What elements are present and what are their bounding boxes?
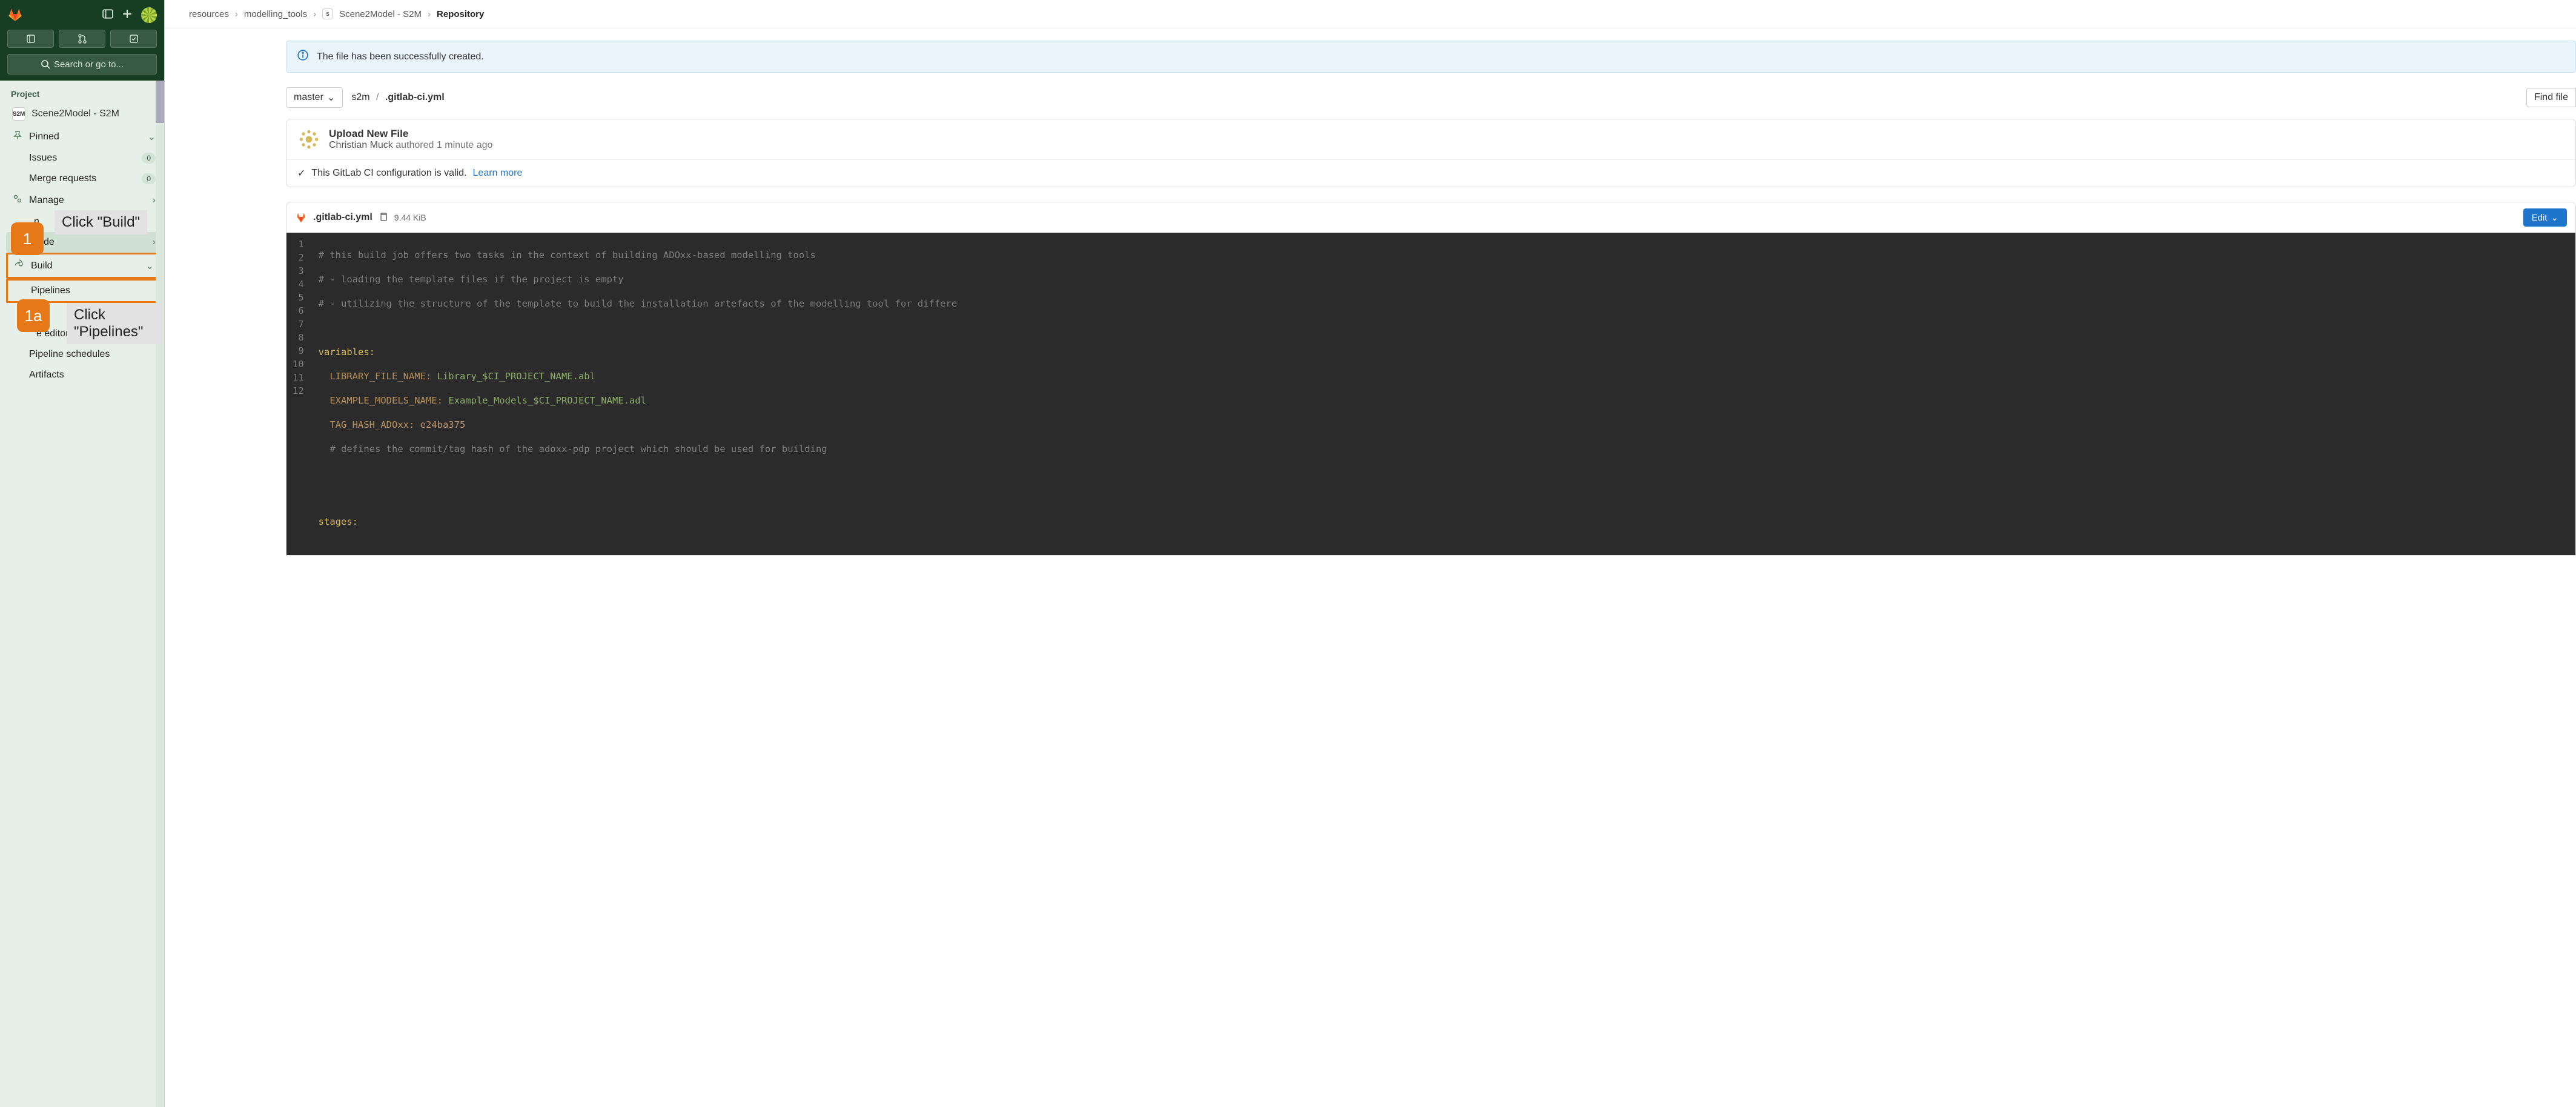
manage-icon — [12, 194, 23, 207]
build-label: Build — [31, 261, 140, 271]
copy-icon[interactable] — [379, 212, 388, 224]
sidebar: Search or go to... Project S2M Scene2Mod… — [0, 0, 165, 1107]
find-file-button[interactable]: Find file — [2526, 88, 2576, 107]
project-icon: S — [322, 8, 333, 19]
code-viewer: 123456789101112 # this build job offers … — [286, 233, 2575, 555]
mr-badge: 0 — [142, 173, 156, 184]
scrollbar-thumb[interactable] — [156, 81, 164, 123]
code-lines[interactable]: # this build job offers two tasks in the… — [310, 233, 966, 555]
pinned-label: Pinned — [29, 131, 142, 142]
path-dir[interactable]: s2m — [351, 92, 369, 102]
user-avatar[interactable] — [141, 7, 157, 23]
branch-selector[interactable]: master ⌄ — [286, 87, 343, 108]
info-icon — [297, 50, 308, 64]
learn-more-link[interactable]: Learn more — [473, 168, 523, 179]
project-section-label: Project — [6, 85, 162, 102]
breadcrumb: resources › modelling_tools › S Scene2Mo… — [165, 0, 2576, 28]
file-name: .gitlab-ci.yml — [313, 212, 372, 223]
merge-requests-button[interactable] — [59, 30, 105, 48]
search-label: Search or go to... — [54, 59, 124, 70]
todos-button[interactable] — [7, 30, 54, 48]
commit-author[interactable]: Christian Muck — [329, 140, 393, 150]
breadcrumb-item[interactable]: resources — [189, 9, 229, 19]
project-icon: S2M — [12, 107, 25, 121]
breadcrumb-sep: › — [428, 9, 431, 19]
pinned-section[interactable]: Pinned ⌄ — [6, 125, 162, 148]
path-file[interactable]: .gitlab-ci.yml — [385, 92, 445, 102]
breadcrumb-current: Repository — [437, 9, 484, 19]
callout-badge-1: 1 — [11, 222, 44, 255]
file-card: .gitlab-ci.yml 9.44 KiB Edit ⌄ 123456789… — [286, 202, 2576, 556]
artifacts-label: Artifacts — [29, 370, 156, 381]
chevron-down-icon: ⌄ — [146, 260, 154, 272]
edit-button[interactable]: Edit ⌄ — [2523, 208, 2567, 227]
commit-avatar — [297, 128, 320, 151]
issues-label: Issues — [29, 153, 136, 164]
pipelines-label: Pipelines — [31, 285, 154, 296]
chevron-down-icon: ⌄ — [2551, 212, 2558, 223]
sidebar-nav: Project S2M Scene2Model - S2M Pinned ⌄ I… — [0, 81, 164, 1107]
gitlab-logo-icon[interactable] — [7, 6, 23, 24]
breadcrumb-sep: › — [313, 9, 316, 19]
sidebar-item-build[interactable]: Build ⌄ — [6, 253, 162, 279]
line-gutter: 123456789101112 — [286, 233, 310, 555]
sidebar-item-pipeline-schedules[interactable]: Pipeline schedules — [6, 344, 162, 365]
sidebar-scrollbar[interactable] — [156, 81, 164, 1107]
sidebar-toggle-icon[interactable] — [102, 8, 113, 21]
callout-badge-1a: 1a — [17, 299, 50, 332]
sidebar-item-pipelines[interactable]: Pipelines — [8, 281, 160, 301]
sidebar-item-artifacts[interactable]: Artifacts — [6, 365, 162, 385]
sidebar-item-merge-requests[interactable]: Merge requests 0 — [6, 168, 162, 189]
rocket-icon — [14, 259, 25, 272]
project-item[interactable]: S2M Scene2Model - S2M — [6, 102, 162, 125]
breadcrumb-item[interactable]: Scene2Model - S2M — [339, 9, 422, 19]
mr-label: Merge requests — [29, 173, 136, 184]
breadcrumb-item[interactable]: modelling_tools — [244, 9, 307, 19]
branch-name: master — [294, 92, 323, 103]
issues-badge: 0 — [142, 153, 156, 164]
callout-text-1: Click "Build" — [55, 210, 147, 234]
sidebar-item-issues[interactable]: Issues 0 — [6, 148, 162, 168]
sidebar-header: Search or go to... — [0, 0, 164, 81]
file-size: 9.44 KiB — [394, 213, 426, 222]
issues-button[interactable] — [110, 30, 157, 48]
sidebar-item-manage[interactable]: Manage › — [6, 189, 162, 211]
search-input[interactable]: Search or go to... — [7, 54, 157, 75]
valid-text: This GitLab CI configuration is valid. — [311, 168, 466, 179]
success-alert: The file has been successfully created. — [286, 41, 2576, 73]
search-icon — [41, 59, 50, 69]
check-icon: ✓ — [297, 167, 305, 179]
commit-card: Upload New File Christian Muck authored … — [286, 119, 2576, 187]
file-path: s2m / .gitlab-ci.yml — [351, 92, 444, 103]
main-content: resources › modelling_tools › S Scene2Mo… — [165, 0, 2576, 1107]
project-name: Scene2Model - S2M — [31, 108, 119, 119]
chevron-down-icon: ⌄ — [148, 131, 156, 143]
callout-text-1a: Click "Pipelines" — [67, 303, 162, 344]
commit-title[interactable]: Upload New File — [329, 128, 492, 140]
pin-icon — [12, 130, 23, 143]
gitlab-icon — [295, 211, 307, 225]
alert-text: The file has been successfully created. — [317, 52, 484, 62]
breadcrumb-sep: › — [235, 9, 238, 19]
ci-valid-row: ✓ This GitLab CI configuration is valid.… — [286, 159, 2575, 187]
schedules-label: Pipeline schedules — [29, 349, 156, 360]
manage-label: Manage — [29, 195, 147, 206]
plus-icon[interactable] — [122, 8, 133, 21]
chevron-down-icon: ⌄ — [327, 91, 335, 104]
commit-time: 1 minute ago — [437, 140, 493, 150]
